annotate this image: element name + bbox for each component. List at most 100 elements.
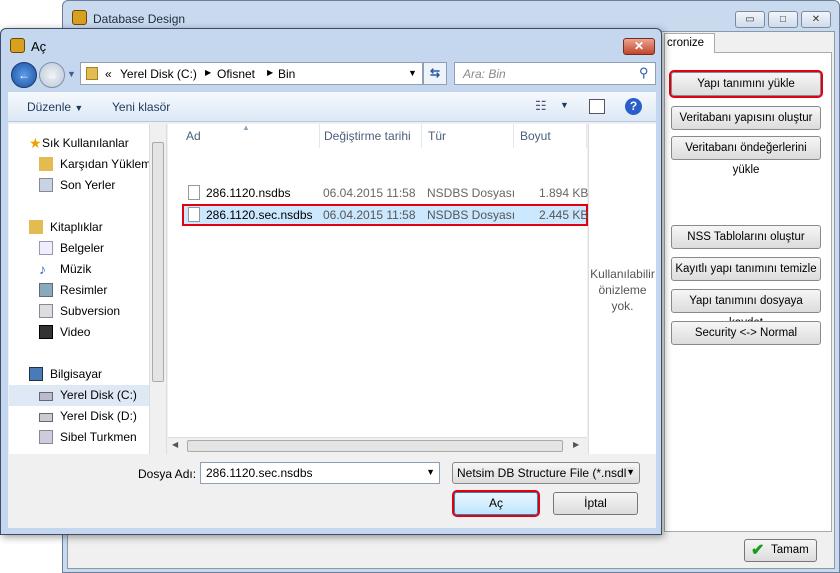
video-icon bbox=[39, 325, 53, 339]
ok-button[interactable]: ✔ Tamam bbox=[744, 539, 817, 562]
app-icon bbox=[72, 10, 87, 25]
navigation-pane: ★ Sık Kullanılanlar Karşıdan Yüklem Son Y… bbox=[9, 124, 167, 454]
nav-user-label: Sibel Turkmen bbox=[60, 430, 137, 444]
file-row[interactable]: 286.1120.nsdbs 06.04.2015 11:58 NSDBS Do… bbox=[184, 184, 589, 202]
minimize-button[interactable]: ▭ bbox=[735, 11, 765, 28]
back-button[interactable]: ← bbox=[11, 62, 37, 88]
crumb-bin[interactable]: Bin bbox=[278, 67, 295, 81]
tab-synchronize[interactable]: cronize bbox=[664, 33, 715, 53]
file-list: Ad ▲ Değiştirme tarihi Tür Boyut 286.1120… bbox=[168, 123, 589, 454]
horizontal-scrollbar[interactable]: ◀ ▶ bbox=[168, 437, 587, 454]
column-name-label: Ad bbox=[186, 129, 201, 143]
file-type: NSDBS Dosyası bbox=[427, 208, 516, 222]
nav-video-label: Video bbox=[60, 325, 91, 339]
search-icon[interactable]: ⚲ bbox=[639, 65, 649, 81]
security-normal-button[interactable]: Security <-> Normal bbox=[671, 321, 821, 345]
scroll-right-icon[interactable]: ▶ bbox=[573, 440, 579, 449]
nav-video[interactable]: Video bbox=[9, 322, 149, 343]
column-type[interactable]: Tür bbox=[422, 124, 514, 148]
save-structure-button[interactable]: Yapı tanımını dosyaya kaydet bbox=[671, 289, 821, 329]
file-date: 06.04.2015 11:58 bbox=[323, 186, 416, 200]
search-placeholder: Ara: Bin bbox=[463, 67, 506, 81]
nav-favorites[interactable]: ★ Sık Kullanılanlar bbox=[9, 133, 149, 154]
file-size: 2.445 KB bbox=[539, 208, 589, 222]
load-structure-button[interactable]: Yapı tanımını yükle bbox=[669, 70, 823, 98]
file-date: 06.04.2015 11:58 bbox=[323, 208, 416, 222]
nav-libraries[interactable]: Kitaplıklar bbox=[9, 217, 149, 238]
create-nss-tables-button[interactable]: NSS Tablolarını oluştur bbox=[671, 225, 821, 249]
search-input[interactable]: Ara: Bin ⚲ bbox=[454, 62, 656, 85]
filename-input[interactable]: 286.1120.sec.nsdbs ▼ bbox=[200, 462, 440, 484]
view-dropdown-icon[interactable]: ▼ bbox=[560, 100, 569, 110]
help-icon[interactable]: ? bbox=[625, 98, 642, 115]
load-db-defaults-button[interactable]: Veritabanı öndeğerlerini yükle bbox=[671, 136, 821, 176]
nav-computer-label: Bilgisayar bbox=[50, 367, 103, 381]
refresh-button[interactable]: ⇆ bbox=[423, 62, 447, 85]
create-db-structure-button[interactable]: Veritabanı yapısını oluştur bbox=[671, 106, 821, 130]
open-dialog: Aç ✕ ← → ▼ « Yerel Disk (C:) ▶ Ofisnet ▶… bbox=[0, 28, 662, 535]
nav-music[interactable]: ♪ Müzik bbox=[9, 259, 149, 280]
nav-documents-label: Belgeler bbox=[60, 241, 105, 255]
crumb-separator-icon[interactable]: ▶ bbox=[205, 68, 211, 77]
music-icon: ♪ bbox=[39, 261, 46, 277]
nav-drive-c[interactable]: Yerel Disk (C:) bbox=[9, 385, 149, 406]
open-button[interactable]: Aç bbox=[452, 490, 540, 517]
clear-structure-button[interactable]: Kayıtlı yapı tanımını temizle bbox=[671, 257, 821, 281]
nav-user[interactable]: Sibel Turkmen bbox=[9, 427, 149, 448]
nav-scroll-thumb[interactable] bbox=[152, 142, 164, 382]
preview-pane-icon[interactable] bbox=[589, 99, 605, 114]
crumb-separator-icon[interactable]: ▶ bbox=[267, 68, 273, 77]
file-size: 1.894 KB bbox=[539, 186, 589, 200]
dialog-close-button[interactable]: ✕ bbox=[623, 38, 655, 55]
command-bar: Düzenle ▼ Yeni klasör ☷ ▼ ? bbox=[8, 92, 656, 122]
dialog-icon bbox=[10, 38, 25, 53]
nav-libraries-label: Kitaplıklar bbox=[50, 220, 103, 234]
chevron-down-icon: ▼ bbox=[74, 103, 84, 113]
new-folder-button[interactable]: Yeni klasör bbox=[112, 100, 170, 114]
drive-icon bbox=[39, 413, 53, 422]
nav-scrollbar[interactable] bbox=[149, 124, 166, 454]
crumb-ofisnet[interactable]: Ofisnet bbox=[217, 67, 255, 81]
cancel-button[interactable]: İptal bbox=[553, 492, 638, 515]
close-button[interactable]: ✕ bbox=[801, 11, 831, 28]
nav-subversion[interactable]: Subversion bbox=[9, 301, 149, 322]
nav-recent-places[interactable]: Son Yerler bbox=[9, 175, 149, 196]
recent-pages-dropdown[interactable]: ▼ bbox=[67, 69, 76, 79]
scroll-left-icon[interactable]: ◀ bbox=[172, 440, 178, 449]
address-dropdown-icon[interactable]: ▼ bbox=[408, 68, 417, 78]
nav-documents[interactable]: Belgeler bbox=[9, 238, 149, 259]
nav-drive-d[interactable]: Yerel Disk (D:) bbox=[9, 406, 149, 427]
address-overflow[interactable]: « bbox=[105, 67, 112, 81]
nav-recent-label: Son Yerler bbox=[60, 178, 116, 192]
ok-label: Tamam bbox=[771, 544, 809, 556]
column-date[interactable]: Değiştirme tarihi bbox=[318, 124, 422, 148]
subversion-icon bbox=[39, 304, 53, 318]
folder-icon bbox=[86, 67, 98, 80]
window-title: Database Design bbox=[93, 12, 186, 26]
crumb-drive[interactable]: Yerel Disk (C:) bbox=[120, 67, 197, 81]
file-row-selected[interactable]: 286.1120.sec.nsdbs 06.04.2015 11:58 NSDB… bbox=[182, 204, 589, 226]
nav-computer[interactable]: Bilgisayar bbox=[9, 364, 149, 385]
nav-downloads[interactable]: Karşıdan Yüklem bbox=[9, 154, 149, 175]
forward-button[interactable]: → bbox=[39, 62, 65, 88]
column-name[interactable]: Ad ▲ bbox=[180, 123, 320, 148]
nav-downloads-label: Karşıdan Yüklem bbox=[60, 157, 149, 171]
view-options-icon[interactable]: ☷ bbox=[535, 98, 547, 114]
filter-value: Netsim DB Structure File (*.nsdl bbox=[457, 466, 627, 480]
file-name: 286.1120.nsdbs bbox=[206, 186, 291, 200]
file-type-filter[interactable]: Netsim DB Structure File (*.nsdl ▼ bbox=[452, 462, 640, 484]
star-icon: ★ bbox=[29, 135, 42, 151]
maximize-button[interactable]: □ bbox=[768, 11, 798, 28]
horizontal-scroll-thumb[interactable] bbox=[187, 440, 563, 452]
nav-pictures[interactable]: Resimler bbox=[9, 280, 149, 301]
nav-drive-c-label: Yerel Disk (C:) bbox=[60, 388, 137, 402]
organize-button[interactable]: Düzenle ▼ bbox=[27, 100, 83, 114]
column-size[interactable]: Boyut bbox=[514, 124, 587, 148]
filename-dropdown-icon[interactable]: ▼ bbox=[426, 467, 435, 477]
address-bar[interactable]: « Yerel Disk (C:) ▶ Ofisnet ▶ Bin ▼ bbox=[80, 62, 423, 85]
dialog-title: Aç bbox=[31, 39, 47, 54]
filter-dropdown-icon[interactable]: ▼ bbox=[626, 467, 635, 477]
file-type: NSDBS Dosyası bbox=[427, 186, 516, 200]
sort-ascending-icon: ▲ bbox=[242, 123, 250, 132]
organize-label: Düzenle bbox=[27, 100, 72, 114]
